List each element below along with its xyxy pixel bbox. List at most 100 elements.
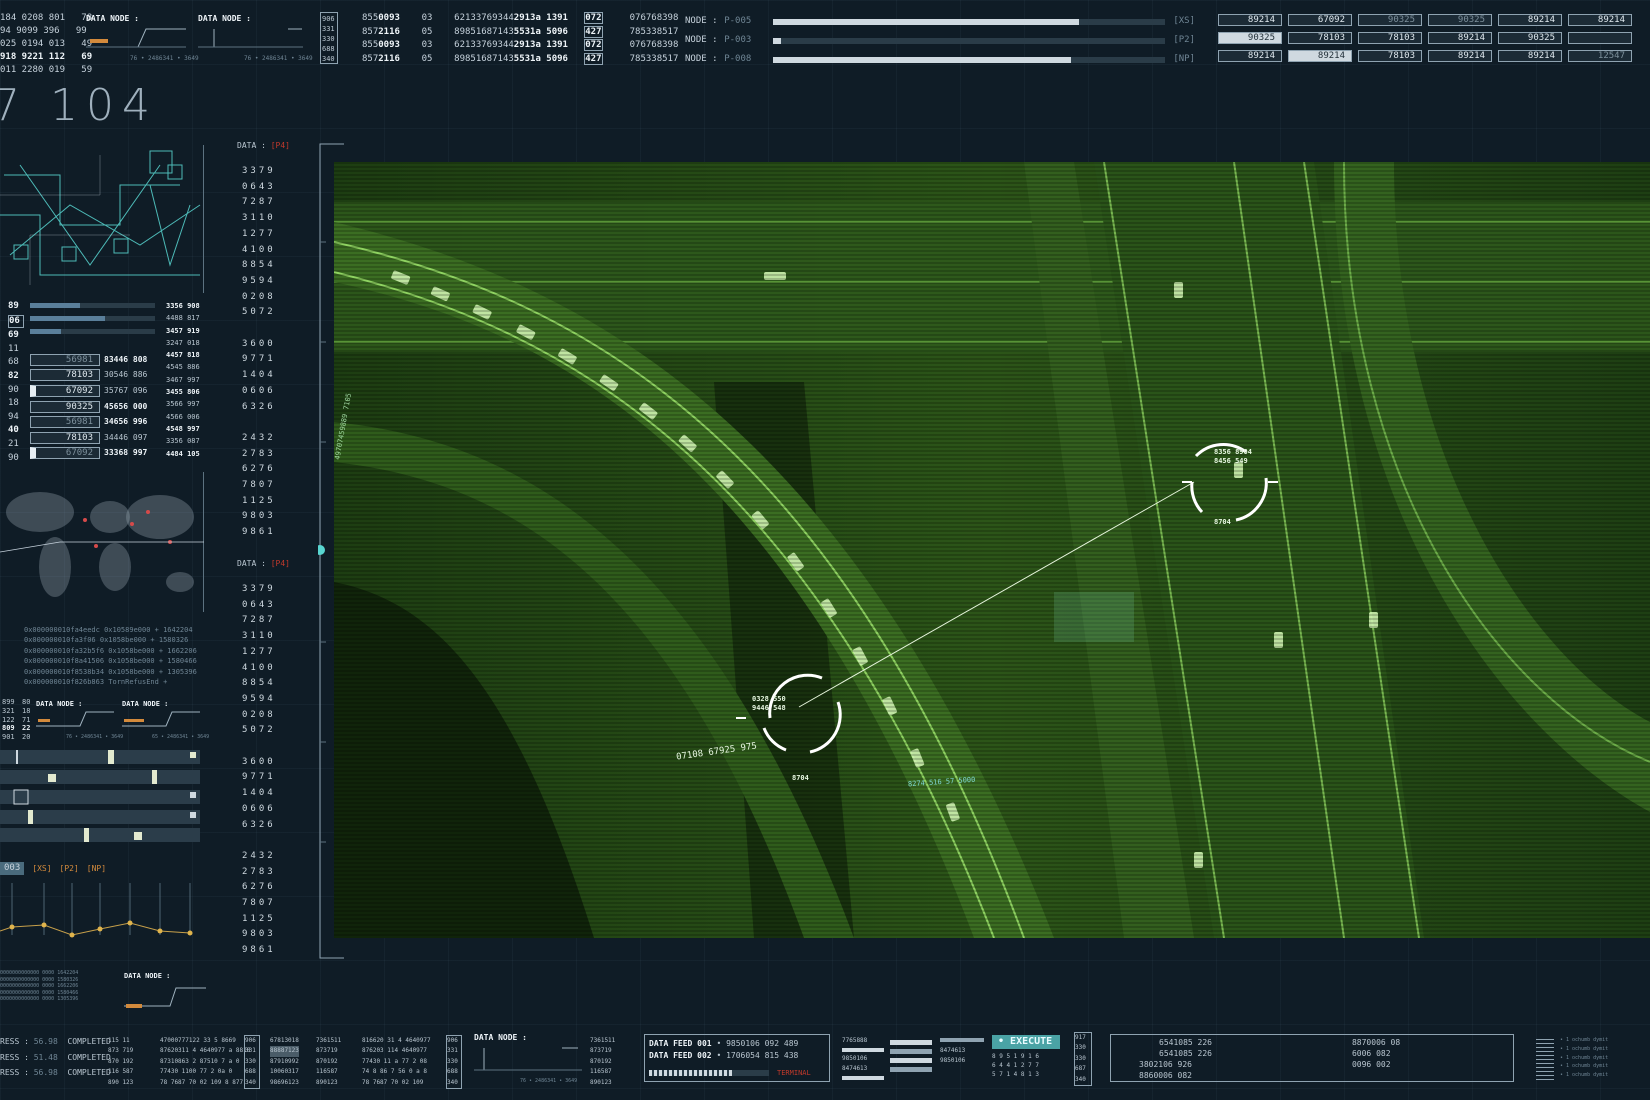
badge-row: 90325 78103 78103 89214 90325 [1218,32,1646,44]
footer-col-c: 906 331 330 688 340 [244,1035,260,1089]
signal-index: 18 [8,398,19,409]
header-badges: 89214 67092 90325 90325 89214 89214 9032… [1218,14,1646,62]
line-graph [0,883,193,938]
data-node-label: DATA NODE : [198,14,251,23]
timeline-graphic [0,750,200,842]
signal-bar [30,329,155,334]
signal-badges: 56981 83446 808 78103 30546 886 67092 35767… [30,352,147,461]
node-progress-fill [773,37,782,44]
node-col-value: 906 [322,15,335,23]
badge-row: 89214 89214 78103 89214 89214 12547 [1218,50,1646,62]
progress-row: RESS : 51.48 COMPLETED [0,1052,111,1062]
node-progress-bar [773,37,1166,44]
data-column-label-2: DATA : [P4] [237,559,290,568]
signal-index: 82 [8,370,19,381]
node-col-value: 340 [322,55,335,63]
hex-log: 0x000000010fa4eedc 0x10589e000 + 1642204… [24,626,197,687]
node-col-value: 688 [322,45,335,53]
node-progress-bar [773,56,1166,63]
data-column-numbers: 3379 0643 7287 3110 1277 4100 8854 9594 0208… [242,166,276,538]
night-vision-viewport[interactable]: 0328 550 9446 548 8704 07108 67925 975 83… [334,162,1650,938]
header-data-node-1: DATA NODE : 76 • 2486341 • 3649 [86,13,199,63]
header-left-rows: 184 0208 801 78 94 9099 396 99 025 0194 … [0,12,92,77]
data-node-value: 76 • 2486341 • 3649 [244,55,313,62]
node-row: NODE : P-005 [XS] [685,16,1195,26]
graph-tag: [NP] [86,863,107,873]
header-row: 184 0208 801 78 [0,13,93,23]
signal-row: 78103 34446 097 [30,430,147,446]
execute-button[interactable]: • EXECUTE [992,1035,1060,1049]
target-2-id: 8704 [1214,518,1231,526]
data-column-label: DATA : [P4] [237,141,290,150]
circuit-map [0,145,204,293]
data-column-numbers-2: 3379 0643 7287 3110 1277 4100 8854 9594 0208… [242,584,276,956]
header-row: 918 9221 112 69 [0,52,93,62]
value-badge: 89214 [1428,50,1492,62]
right-row: 3802106 926 0096 002 [1139,1060,1391,1069]
value-badge: 89214 [1288,50,1352,62]
signal-index: 21 [8,438,19,449]
footer-stack: 7765888 9850106 8474613 [842,1036,884,1082]
value-badge: 12547 [1568,50,1632,62]
value-badge: 78103 [1358,50,1422,62]
target-2-label: 8356 8904 8456 549 [1214,448,1252,465]
footer-col-b: 47000777122 33 5 8669 87620311 4 4640977 … [160,1037,251,1086]
data-row: 8550093 03 621337693442913a 1391 072 076… [362,39,679,51]
header-nodes: NODE : P-005 [XS] NODE : P-003 [P2] NODE :… [685,12,1195,69]
node-progress-bar [773,18,1166,25]
node-row: NODE : P-008 [NP] [685,54,1195,64]
value-badge: 89214 [1568,14,1632,26]
signal-list-right: 3356 908 4488 817 3457 919 3247 018 4457… [166,302,200,458]
data-row: 8550093 03 621337693442913a 1391 072 076… [362,12,679,24]
badge-row: 89214 67092 90325 90325 89214 89214 [1218,14,1646,26]
value-badge: 90325 [1428,14,1492,26]
ruler-marker [315,545,325,555]
footer-progress: RESS : 56.98 COMPLETED RESS : 51.48 COMP… [0,1034,111,1081]
header-row: 011 2280 019 59 [0,65,93,75]
graph-tag: [XS] [32,863,52,873]
bottom-node-label: DATA NODE : [124,972,171,980]
data-column: DATA : [P4] [237,140,290,152]
footer-col-e: 7361511 873719 870192 116587 890123 [316,1037,342,1086]
signal-list-left: 89 06 69 11 68 82 90 18 94 40 21 90 [8,300,24,465]
data-row: 8572116 05 898516871435531a 5096 427 785… [362,25,679,38]
mini-node-2: DATA NODE : 65 • 2486341 • 3649 [122,700,210,740]
value-badge: 89214 [1498,14,1562,26]
execute-column: 917 330 330 687 340 [1074,1032,1092,1086]
terminal-label: TERMINAL [777,1069,811,1077]
value-badge: 89214 [1428,32,1492,44]
value-badge: 89214 [1218,50,1282,62]
right-row: 8860006 082 [1139,1071,1192,1080]
mini-node-1: DATA NODE : 76 • 2486341 • 3649 [36,700,124,740]
node-progress-fill [773,18,1080,25]
big-counter: 7 104 [0,80,158,131]
signal-index: 06 [8,314,24,329]
graph-title: 003 [0,862,25,875]
signal-bar [30,316,155,321]
line-graph-panel: 003 [XS] [P2] [NP] [0,862,206,949]
value-badge: 89214 [1218,14,1282,26]
feed-progress-bar [649,1070,769,1076]
footer-col-g: 7361511 873719 870192 116587 890123 [590,1037,616,1086]
data-feed-row: DATA FEED 001 • 9850106 092 489 [649,1039,799,1048]
signal-row: 90325 45656 000 [30,399,147,415]
header-data-table: 8550093 03 621337693442913a 1391 072 076… [362,12,678,66]
data-node-graph [198,28,303,48]
world-map [0,472,204,612]
progress-row: RESS : 56.98 COMPLETED [0,1068,111,1077]
signal-index: 89 [8,301,19,311]
circuit-map-graphic [0,150,201,285]
signal-row: 56981 34656 996 [30,414,147,430]
signal-row: 67092 35767 096 [30,383,147,399]
data-feed-row: DATA FEED 002 • 1706054 815 438 [649,1051,799,1060]
data-node-label: DATA NODE : [86,14,139,23]
signal-row: 67092 33368 997 [30,446,147,462]
header-node-column: 906 331 330 688 340 [320,12,338,64]
footer-col-c2: 906 331 330 688 340 [446,1035,462,1089]
signal-index: 69 [8,330,19,341]
node-row: NODE : P-003 [P2] [685,35,1195,45]
data-feed-panel: DATA FEED 001 • 9850106 092 489 DATA FEE… [644,1034,830,1082]
value-badge: 78103 [1358,32,1422,44]
progress-row: RESS : 56.98 COMPLETED [0,1037,111,1046]
right-row: 6541085 226 8870006 08 [1159,1038,1401,1047]
